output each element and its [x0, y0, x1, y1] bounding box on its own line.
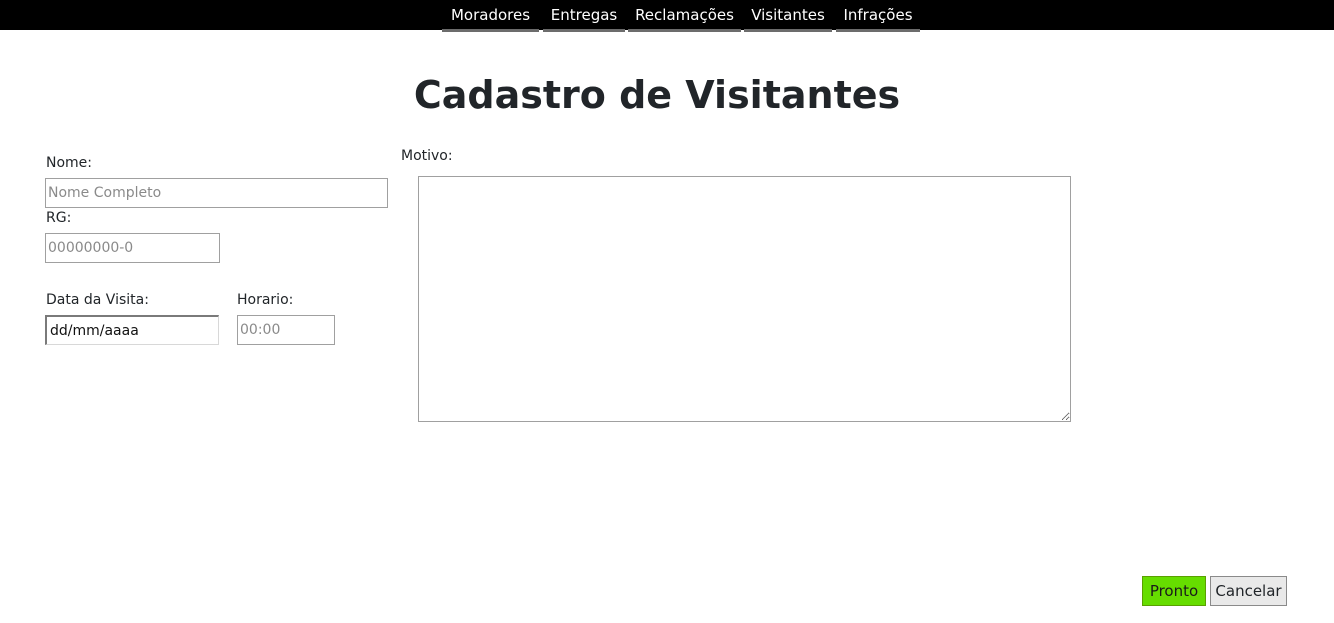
nome-input[interactable]: [45, 178, 388, 208]
nav-item-moradores[interactable]: Moradores: [442, 0, 539, 32]
rg-label: RG:: [46, 210, 72, 226]
nav-item-visitantes[interactable]: Visitantes: [744, 0, 832, 32]
nav-item-infracoes[interactable]: Infrações: [836, 0, 920, 32]
horario-input[interactable]: [237, 315, 335, 345]
nav-item-entregas[interactable]: Entregas: [543, 0, 625, 32]
page-title: Cadastro de Visitantes: [413, 73, 901, 117]
data-visita-label: Data da Visita:: [46, 292, 149, 308]
nav-item-reclamacoes[interactable]: Reclamações: [628, 0, 741, 32]
horario-label: Horario:: [237, 292, 294, 308]
motivo-label: Motivo:: [401, 148, 453, 164]
top-nav-bar: Moradores Entregas Reclamações Visitante…: [0, 0, 1334, 32]
cancelar-button[interactable]: Cancelar: [1210, 576, 1287, 606]
pronto-button[interactable]: Pronto: [1142, 576, 1206, 606]
rg-input[interactable]: [45, 233, 220, 263]
data-visita-input[interactable]: [45, 315, 219, 345]
motivo-textarea[interactable]: [418, 176, 1071, 422]
nome-label: Nome:: [46, 155, 93, 171]
